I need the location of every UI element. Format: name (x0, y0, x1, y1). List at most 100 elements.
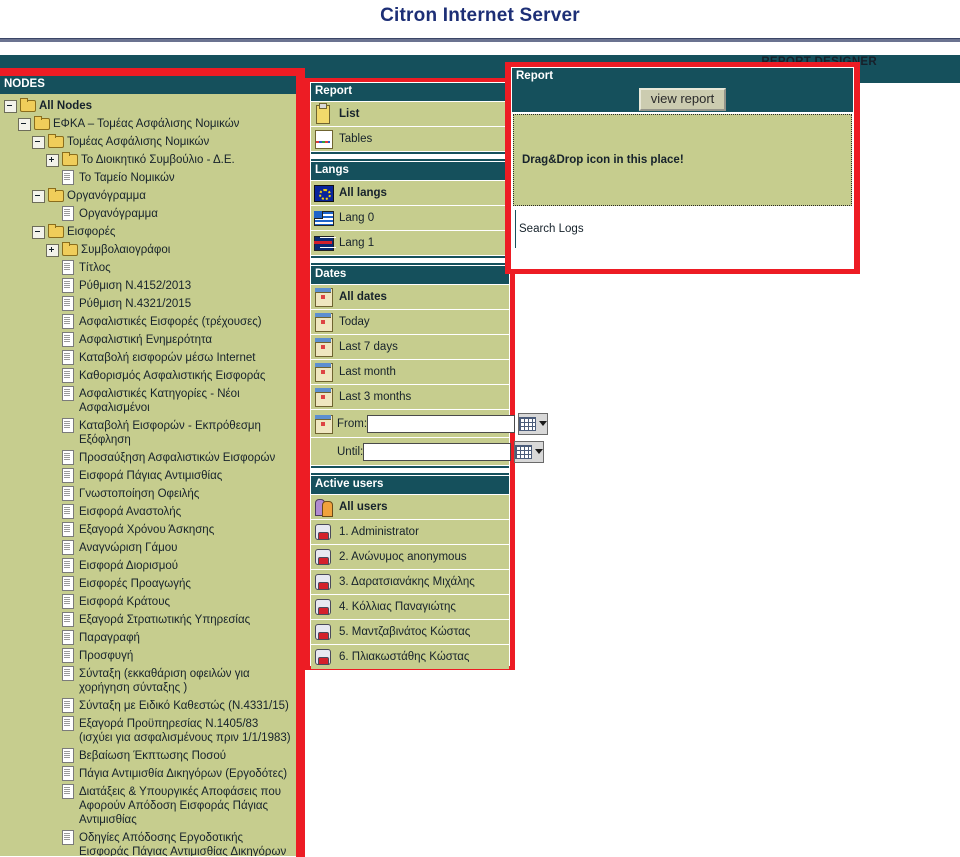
tree-node[interactable]: ΕΦΚΑ – Τομέας Ασφάλισης Νομικών (0, 114, 296, 132)
user-item[interactable]: All users (311, 495, 509, 519)
tree-node[interactable]: Το Διοικητικό Συμβούλιο - Δ.Ε. (0, 150, 296, 168)
tree-node[interactable]: Ρύθμιση Ν.4321/2015 (0, 294, 296, 312)
date-preset-item[interactable]: Last 7 days (311, 335, 509, 359)
report-type-item[interactable]: Tables (311, 127, 509, 151)
search-logs-label: Search Logs (519, 223, 584, 235)
tree-node[interactable]: Τίτλος (0, 258, 296, 276)
tree-node[interactable]: Οργανόγραμμα (0, 204, 296, 222)
collapse-icon[interactable] (4, 100, 17, 113)
user-item[interactable]: 6. Πλιακωστάθης Κώστας (311, 645, 509, 669)
tree-node[interactable]: Οδηγίες Απόδοσης Εργοδοτικής Εισφοράς Πά… (0, 828, 296, 856)
tree-node[interactable]: Τομέας Ασφάλισης Νομικών (0, 132, 296, 150)
folder-icon (20, 98, 36, 112)
drag-drop-zone[interactable]: Drag&Drop icon in this place! (513, 114, 852, 206)
users-list[interactable]: All users 1. Administrator 2. Ανώνυμος ano… (311, 495, 509, 669)
user-item-label: 2. Ανώνυμος anonymous (339, 551, 467, 563)
tree-node[interactable]: Σύνταξη (εκκαθάριση οφειλών για χορήγηση… (0, 664, 296, 696)
tree-node[interactable]: Συμβολαιογράφοι (0, 240, 296, 258)
tree-node[interactable]: Αναγνώριση Γάμου (0, 538, 296, 556)
tree-node[interactable]: Καταβολή εισφορών μέσω Internet (0, 348, 296, 366)
tree-node[interactable]: Ασφαλιστικές Κατηγορίες - Νέοι Ασφαλισμέ… (0, 384, 296, 416)
dates-group: Dates All dates Today Last 7 days Last mont… (311, 266, 549, 465)
user-item-label: 1. Administrator (339, 526, 419, 538)
tree-node[interactable]: Παραγραφή (0, 628, 296, 646)
tree-node[interactable]: Το Ταμείο Νομικών (0, 168, 296, 186)
tree-node[interactable]: Προσαύξηση Ασφαλιστικών Εισφορών (0, 448, 296, 466)
tree-node[interactable]: Σύνταξη με Ειδικό Καθεστώς (Ν.4331/15) (0, 696, 296, 714)
tree-node[interactable]: Οργανόγραμμα (0, 186, 296, 204)
collapse-icon[interactable] (32, 136, 45, 149)
tree-node[interactable]: Διατάξεις & Υπουργικές Αποφάσεις που Αφο… (0, 782, 296, 828)
tree-node[interactable]: Βεβαίωση Έκπτωσης Ποσού (0, 746, 296, 764)
date-preset-item[interactable]: Today (311, 310, 509, 334)
tree-node[interactable]: Εισφορές Προαγωγής (0, 574, 296, 592)
tree-node[interactable]: Ρύθμιση Ν.4152/2013 (0, 276, 296, 294)
tree-node[interactable]: Προσφυγή (0, 646, 296, 664)
collapse-icon[interactable] (32, 226, 45, 239)
tree-node-label: Ρύθμιση Ν.4321/2015 (79, 298, 192, 310)
tree-node-label: Σύνταξη (εκκαθάριση οφειλών για χορήγηση… (79, 668, 250, 694)
lang-item[interactable]: Lang 1 (311, 231, 509, 255)
page-icon (60, 748, 75, 763)
page-icon (60, 698, 75, 713)
tree-node[interactable]: Γνωστοποίηση Οφειλής (0, 484, 296, 502)
tree-node-label: Οργανόγραμμα (67, 190, 146, 202)
tree-node[interactable]: Εισφορές (0, 222, 296, 240)
chart-icon (311, 127, 335, 151)
page-icon (60, 260, 75, 275)
page-icon (60, 314, 75, 329)
tree-node-label: Οδηγίες Απόδοσης Εργοδοτικής Εισφοράς Πά… (79, 832, 287, 856)
user-item[interactable]: 5. Μαντζαβινάτος Κώστας (311, 620, 509, 644)
date-preset-item[interactable]: Last 3 months (311, 385, 509, 409)
date-preset-item[interactable]: Last month (311, 360, 509, 384)
tree-node[interactable]: Εισφορά Διορισμού (0, 556, 296, 574)
tree-node-label: Τίτλος (79, 262, 111, 274)
user-item[interactable]: 2. Ανώνυμος anonymous (311, 545, 509, 569)
user-item[interactable]: 4. Κόλλιας Παναγιώτης (311, 595, 509, 619)
lang-item[interactable]: All langs (311, 181, 509, 205)
tree-node[interactable]: Εξαγορά Προϋπηρεσίας Ν.1405/83 (ισχύει γ… (0, 714, 296, 746)
tree-node[interactable]: Εισφορά Πάγιας Αντιμισθίας (0, 466, 296, 484)
date-from-picker-button[interactable] (518, 412, 549, 435)
date-preset-item[interactable]: All dates (311, 285, 509, 309)
report-type-list[interactable]: List Tables (311, 102, 509, 151)
page-icon (60, 666, 75, 681)
tree-node[interactable]: Καταβολή Εισφορών - Εκπρόθεσμη Εξόφληση (0, 416, 296, 448)
tree-node[interactable]: Ασφαλιστική Ενημερότητα (0, 330, 296, 348)
tree-node-label: Προσφυγή (79, 650, 134, 662)
tree-node[interactable]: Εξαγορά Στρατιωτικής Υπηρεσίας (0, 610, 296, 628)
user-icon (311, 595, 335, 619)
tree-node-label: Ασφαλιστικές Εισφορές (τρέχουσες) (79, 316, 262, 328)
tree-node-label: Εισφορά Διορισμού (79, 560, 179, 572)
user-item[interactable]: 1. Administrator (311, 520, 509, 544)
tree-node[interactable]: Εξαγορά Χρόνου Άσκησης (0, 520, 296, 538)
lang-item[interactable]: Lang 0 (311, 206, 509, 230)
tree-node[interactable]: Πάγια Αντιμισθία Δικηγόρων (Εργοδότες) (0, 764, 296, 782)
tree-node-label: Διατάξεις & Υπουργικές Αποφάσεις που Αφο… (79, 786, 282, 826)
collapse-icon[interactable] (18, 118, 31, 131)
tree-node[interactable]: Ασφαλιστικές Εισφορές (τρέχουσες) (0, 312, 296, 330)
user-item[interactable]: 3. Δαρατσιανάκης Μιχάλης (311, 570, 509, 594)
collapse-icon[interactable] (32, 190, 45, 203)
date-until-input[interactable] (363, 442, 512, 461)
tree-node[interactable]: All Nodes (0, 96, 296, 114)
expand-icon[interactable] (46, 154, 59, 167)
search-logs-field[interactable]: Search Logs (513, 208, 852, 250)
tree-node[interactable]: Εισφορά Αναστολής (0, 502, 296, 520)
nodes-panel: NODES All Nodes ΕΦΚΑ – Τομέας Ασφάλισης Ν… (0, 76, 296, 857)
user-icon (311, 545, 335, 569)
expand-icon[interactable] (46, 244, 59, 257)
langs-list[interactable]: All langs Lang 0 Lang 1 (311, 181, 509, 255)
view-report-button[interactable]: view report (638, 87, 727, 111)
app-banner: Citron Internet Server (0, 0, 960, 38)
tree-node[interactable]: Εισφορά Κράτους (0, 592, 296, 610)
report-type-item[interactable]: List (311, 102, 509, 126)
calendar-grid-icon (515, 444, 533, 459)
node-tree[interactable]: All Nodes ΕΦΚΑ – Τομέας Ασφάλισης Νομικών… (0, 94, 296, 856)
tree-node[interactable]: Καθορισμός Ασφαλιστικής Εισφοράς (0, 366, 296, 384)
date-from-input[interactable] (367, 414, 516, 433)
date-until-picker-button[interactable] (514, 440, 545, 463)
banner-divider (0, 38, 960, 42)
page-icon (60, 594, 75, 609)
dates-list[interactable]: All dates Today Last 7 days Last month Last … (311, 285, 509, 409)
